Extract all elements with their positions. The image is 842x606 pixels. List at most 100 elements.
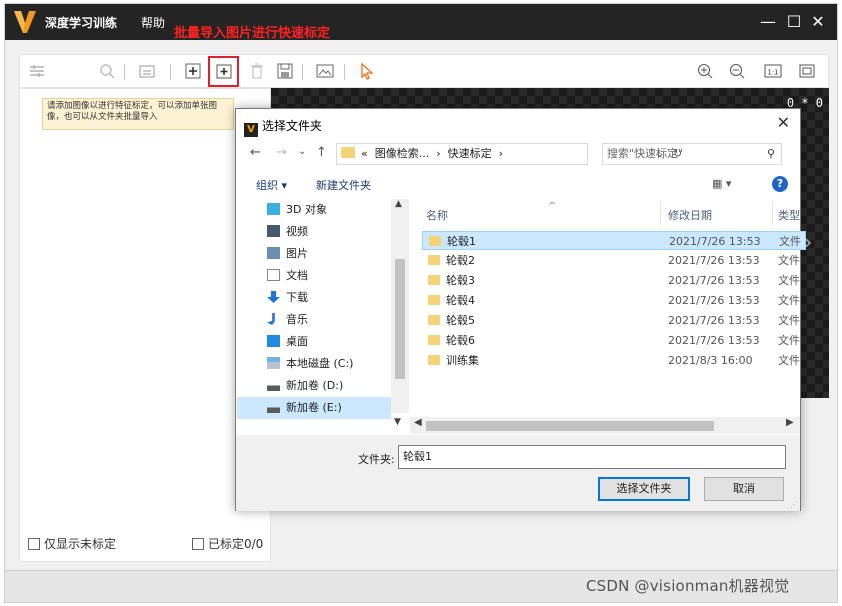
file-list: 名称 ^ 修改日期 类型 轮毂1 2021/7/26 13:53 文件 轮毂2 2021…	[416, 199, 806, 413]
nav-item-disk-e[interactable]: 新加卷 (E:)	[237, 397, 391, 419]
menu-help[interactable]: 帮助	[141, 14, 165, 31]
labeled-count-checkbox[interactable]: 已标定0/0	[192, 535, 263, 552]
select-folder-button[interactable]: 选择文件夹	[598, 477, 690, 501]
zoom-in-icon[interactable]	[696, 62, 714, 80]
labeled-count-label: 已标定0/0	[208, 537, 264, 551]
scroll-thumb[interactable]	[426, 421, 714, 431]
annotation-text: 批量导入图片进行快速标定	[174, 26, 331, 41]
nav-item-label: 下载	[286, 291, 308, 304]
search-icon[interactable]	[98, 62, 116, 80]
dialog-close-button[interactable]: ✕	[777, 113, 790, 132]
navigation-pane: 3D 对象 视频 图片 文档 下载 音乐 桌面 本地磁盘 (C:) 新加卷 (D…	[237, 199, 409, 419]
address-bar[interactable]: « 图像检索... › 快速标定 › ⌄ ↻	[336, 143, 682, 165]
list-item[interactable]: 轮毂2 2021/7/26 13:53 文件	[422, 251, 806, 270]
close-button[interactable]: ✕	[805, 10, 831, 34]
address-separator[interactable]: ›	[499, 147, 503, 160]
import-tooltip: 请添加图像以进行特征标定，可以添加单张图像，也可以从文件夹批量导入	[42, 98, 234, 130]
download-icon	[267, 291, 280, 303]
dialog-footer: 文件夹: 轮毂1 选择文件夹 取消 ⋰	[236, 435, 800, 511]
organize-button[interactable]: 组织 ▾	[256, 177, 287, 193]
search-icon[interactable]: ⚲	[767, 144, 775, 164]
settings-list-icon[interactable]	[28, 62, 46, 80]
actual-size-icon[interactable]: 1:1	[764, 62, 782, 80]
resize-grip-icon[interactable]: ⋰	[790, 500, 798, 509]
nav-item-desktop[interactable]: 桌面	[267, 331, 308, 353]
drive-icon	[267, 379, 280, 391]
toolbar: 1:1	[19, 54, 829, 88]
folder-field-label: 文件夹:	[358, 453, 395, 466]
show-unlabeled-checkbox[interactable]: 仅显示未标定	[28, 535, 116, 552]
scroll-thumb[interactable]	[395, 259, 405, 379]
list-item[interactable]: 轮毂5 2021/7/26 13:53 文件	[422, 311, 806, 330]
address-separator[interactable]: ›	[436, 147, 440, 160]
image-list-panel: 请添加图像以进行特征标定，可以添加单张图像，也可以从文件夹批量导入 仅显示未标定…	[19, 88, 271, 562]
folder-name-input[interactable]: 轮毂1	[398, 445, 786, 469]
scroll-right-icon[interactable]: ▶	[786, 417, 794, 428]
help-icon[interactable]: ?	[772, 176, 788, 192]
column-date-header[interactable]: 修改日期	[668, 207, 712, 223]
list-item[interactable]: 轮毂1 2021/7/26 13:53 文件	[422, 231, 806, 250]
drive-icon	[267, 401, 280, 413]
list-item[interactable]: 训练集 2021/8/3 16:00 文件	[422, 351, 806, 370]
dialog-title-bar: V 选择文件夹	[244, 117, 322, 137]
list-item[interactable]: 轮毂4 2021/7/26 13:53 文件	[422, 291, 806, 310]
recent-dropdown-button[interactable]: ⌄	[298, 146, 306, 157]
address-part[interactable]: 图像检索...	[375, 147, 430, 160]
search-input[interactable]: 搜索"快速标定" ⚲	[602, 143, 782, 165]
list-item[interactable]: 轮毂6 2021/7/26 13:53 文件	[422, 331, 806, 350]
nav-pane-scrollbar[interactable]: ▲	[391, 199, 409, 413]
file-date: 2021/7/26 13:53	[668, 274, 760, 287]
import-folder-icon[interactable]	[215, 62, 233, 80]
nav-item-music[interactable]: 音乐	[267, 309, 308, 331]
cancel-button[interactable]: 取消	[704, 477, 784, 501]
column-type-header[interactable]: 类型	[778, 207, 800, 223]
address-prefix[interactable]: «	[361, 147, 368, 160]
nav-item-label: 本地磁盘 (C:)	[286, 357, 354, 370]
column-name-header[interactable]: 名称 ^	[426, 201, 556, 223]
file-name: 轮毂5	[446, 314, 475, 327]
search-placeholder: 搜索"快速标定"	[607, 147, 684, 160]
back-button[interactable]: ←	[250, 145, 261, 160]
nav-item-3d-objects[interactable]: 3D 对象	[267, 199, 327, 221]
file-list-hscrollbar[interactable]: ◀ ▶	[410, 417, 800, 434]
pointer-icon[interactable]	[358, 62, 376, 80]
maximize-button[interactable]: ☐	[781, 10, 807, 34]
file-date: 2021/7/26 13:53	[668, 254, 760, 267]
file-name: 轮毂1	[447, 235, 476, 248]
image-view-icon[interactable]	[316, 62, 334, 80]
new-folder-button[interactable]: 新建文件夹	[316, 177, 371, 193]
list-item[interactable]: 轮毂3 2021/7/26 13:53 文件	[422, 271, 806, 290]
address-part[interactable]: 快速标定	[448, 147, 492, 160]
forward-button[interactable]: →	[276, 145, 287, 160]
picture-icon	[267, 247, 280, 259]
folder-list-icon[interactable]	[138, 62, 156, 80]
folder-icon	[428, 315, 440, 325]
minimize-button[interactable]: —	[755, 10, 781, 34]
checkbox-box[interactable]	[192, 538, 204, 550]
nav-item-disk-c[interactable]: 本地磁盘 (C:)	[267, 353, 353, 375]
file-type: 文件	[778, 334, 800, 347]
cube-icon	[267, 203, 280, 215]
zoom-out-icon[interactable]	[728, 62, 746, 80]
up-button[interactable]: ↑	[316, 145, 327, 160]
nav-item-videos[interactable]: 视频	[267, 221, 308, 243]
folder-icon	[428, 355, 440, 365]
file-name: 轮毂6	[446, 334, 475, 347]
nav-item-documents[interactable]: 文档	[267, 265, 308, 287]
document-icon	[267, 269, 280, 281]
desktop-icon	[267, 335, 280, 347]
view-toggle-button[interactable]: ▦ ▾	[712, 177, 731, 190]
scroll-up-icon[interactable]: ▲	[395, 199, 402, 209]
delete-icon[interactable]	[248, 62, 266, 80]
title-bar: 深度学习训练 帮助 批量导入图片进行快速标定 — ☐ ✕	[5, 4, 837, 41]
nav-item-disk-d[interactable]: 新加卷 (D:)	[267, 375, 343, 397]
fit-window-icon[interactable]	[798, 62, 816, 80]
add-image-icon[interactable]	[184, 62, 202, 80]
scroll-left-icon[interactable]: ◀	[414, 417, 422, 428]
folder-icon	[428, 255, 440, 265]
nav-item-downloads[interactable]: 下载	[267, 287, 308, 309]
scroll-down-icon[interactable]: ▼	[394, 417, 401, 427]
save-icon[interactable]	[276, 62, 294, 80]
checkbox-box[interactable]	[28, 538, 40, 550]
nav-item-pictures[interactable]: 图片	[267, 243, 308, 265]
